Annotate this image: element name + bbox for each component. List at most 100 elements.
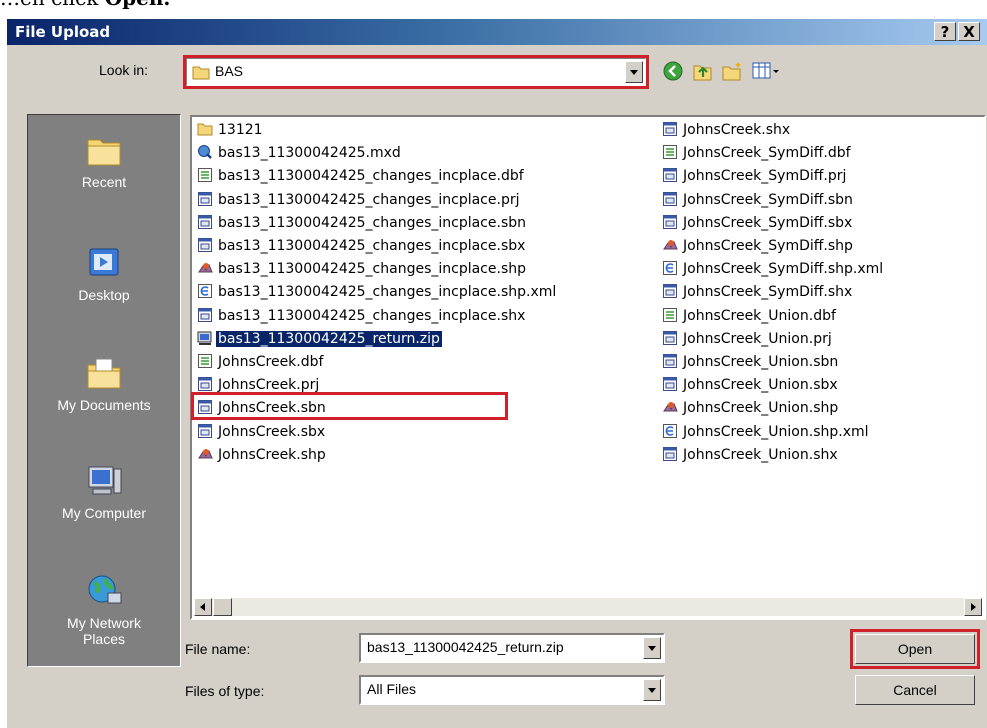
file-item[interactable]: JohnsCreek_Union.dbf	[662, 306, 838, 327]
file-item[interactable]: JohnsCreek_Union.sbn	[662, 352, 840, 373]
cancel-button[interactable]: Cancel	[855, 675, 975, 705]
file-item[interactable]: JohnsCreek.prj	[197, 375, 321, 396]
file-item[interactable]: JohnsCreek.sbx	[197, 422, 327, 443]
file-name: bas13_11300042425_return.zip	[216, 330, 442, 347]
file-item[interactable]: bas13_11300042425.mxd	[197, 143, 403, 164]
file-icon	[198, 377, 212, 392]
file-item[interactable]: JohnsCreek.shx	[662, 120, 792, 141]
file-icon	[198, 191, 212, 206]
place-label: My Network Places	[67, 615, 141, 647]
file-item[interactable]: JohnsCreek.shp	[197, 445, 328, 466]
file-icon	[198, 307, 212, 322]
file-item[interactable]: JohnsCreek_SymDiff.sbx	[662, 213, 854, 234]
files-of-type-dropdown[interactable]: All Files	[359, 675, 665, 705]
file-item[interactable]: JohnsCreek_Union.prj	[662, 329, 834, 350]
caption-text: …en click	[0, 0, 105, 10]
files-of-type-dropdown-arrow[interactable]	[643, 679, 661, 701]
title-bar[interactable]: File Upload ? X	[7, 19, 987, 45]
file-item[interactable]: JohnsCreek_SymDiff.shx	[662, 282, 854, 303]
file-item[interactable]: bas13_11300042425_changes_incplace.shx	[197, 306, 527, 327]
file-list[interactable]: 13121 bas13_11300042425.mxd bas13_11300042…	[190, 115, 986, 620]
file-name: JohnsCreek_Union.dbf	[683, 307, 836, 324]
my-documents-icon	[87, 358, 121, 389]
look-in-dropdown-arrow[interactable]	[625, 61, 643, 83]
file-item[interactable]: bas13_11300042425_changes_incplace.shp.x…	[197, 282, 558, 303]
folder-icon	[197, 123, 213, 136]
file-name: bas13_11300042425_changes_incplace.shp.x…	[218, 284, 557, 301]
scroll-right-button[interactable]	[964, 598, 982, 616]
file-name: JohnsCreek.dbf	[218, 354, 324, 370]
zip-file-icon	[197, 331, 212, 345]
file-item[interactable]: 13121	[197, 120, 265, 141]
xml-file-icon	[663, 261, 677, 276]
look-in-value: BAS	[215, 63, 244, 79]
file-item[interactable]: JohnsCreek_SymDiff.prj	[662, 166, 848, 187]
file-name: bas13_11300042425_changes_incplace.sbn	[218, 214, 526, 231]
help-button[interactable]: ?	[934, 22, 956, 41]
shapefile-icon	[198, 448, 213, 459]
file-icon	[663, 214, 677, 229]
file-item[interactable]: JohnsCreek_SymDiff.shp.xml	[662, 259, 885, 280]
back-icon[interactable]	[662, 60, 684, 82]
file-name-input[interactable]: bas13_11300042425_return.zip	[359, 633, 665, 663]
new-folder-icon[interactable]	[721, 60, 743, 82]
scroll-thumb[interactable]	[213, 598, 232, 616]
file-item[interactable]: bas13_11300042425_changes_incplace.prj	[197, 190, 521, 211]
up-folder-icon[interactable]	[691, 60, 713, 82]
file-item[interactable]: JohnsCreek_SymDiff.dbf	[662, 143, 853, 164]
file-item[interactable]: bas13_11300042425_changes_incplace.sbn	[197, 213, 528, 234]
view-menu-icon[interactable]	[751, 60, 781, 82]
files-of-type-label: Files of type:	[185, 683, 265, 699]
place-my-computer[interactable]: My Computer	[28, 463, 180, 521]
my-computer-icon	[88, 466, 122, 495]
dbf-file-icon	[198, 354, 212, 368]
place-desktop[interactable]: Desktop	[28, 245, 180, 303]
look-in-label: Look in:	[99, 62, 149, 78]
file-name: bas13_11300042425_changes_incplace.dbf	[218, 168, 524, 185]
file-item[interactable]: bas13_11300042425_return.zip	[197, 329, 442, 350]
file-item[interactable]: bas13_11300042425_changes_incplace.shp	[197, 259, 528, 280]
file-item[interactable]: JohnsCreek_Union.shp.xml	[662, 422, 871, 443]
dbf-file-icon	[663, 307, 677, 322]
file-name: bas13_11300042425_changes_incplace.shx	[218, 307, 526, 324]
file-name: JohnsCreek.shx	[683, 122, 791, 138]
place-my-network-places[interactable]: My Network Places	[28, 573, 180, 647]
file-name: bas13_11300042425_changes_incplace.shp	[218, 261, 526, 278]
look-in-dropdown[interactable]: BAS	[185, 57, 647, 87]
file-name: JohnsCreek_SymDiff.shp.xml	[683, 261, 884, 278]
file-item[interactable]: JohnsCreek_Union.shp	[662, 398, 840, 419]
place-my-documents[interactable]: My Documents	[28, 355, 180, 413]
place-label: My Documents	[57, 397, 151, 413]
file-item[interactable]: JohnsCreek_Union.sbx	[662, 375, 840, 396]
file-item[interactable]: JohnsCreek.sbn	[197, 398, 328, 419]
file-name: JohnsCreek_SymDiff.shx	[683, 284, 853, 301]
file-name: JohnsCreek_SymDiff.sbn	[683, 191, 853, 208]
arrow-right-icon	[971, 603, 976, 611]
file-item[interactable]: JohnsCreek.dbf	[197, 352, 325, 373]
files-of-type-value: All Files	[367, 681, 417, 697]
file-icon	[198, 400, 212, 415]
shapefile-icon	[198, 263, 213, 273]
file-icon	[198, 423, 212, 438]
file-icon	[663, 377, 677, 392]
file-item[interactable]: JohnsCreek_SymDiff.shp	[662, 236, 855, 257]
file-icon	[663, 354, 677, 368]
horizontal-scrollbar[interactable]	[194, 598, 982, 616]
recent-folder-icon	[87, 139, 121, 166]
file-name: JohnsCreek_Union.shp	[683, 400, 839, 417]
scroll-left-button[interactable]	[194, 598, 212, 616]
instruction-caption: …en click Open.	[0, 0, 170, 10]
place-label: Desktop	[78, 287, 130, 303]
place-recent[interactable]: Recent	[28, 132, 180, 190]
open-button[interactable]: Open	[855, 634, 975, 664]
file-item[interactable]: JohnsCreek_SymDiff.sbn	[662, 190, 855, 211]
file-item[interactable]: JohnsCreek_Union.shx	[662, 445, 840, 466]
desktop-icon	[89, 248, 119, 276]
file-item[interactable]: bas13_11300042425_changes_incplace.sbx	[197, 236, 527, 257]
file-name-dropdown-arrow[interactable]	[643, 637, 661, 659]
file-name: JohnsCreek_Union.sbx	[683, 377, 838, 394]
file-name: bas13_11300042425_changes_incplace.sbx	[218, 238, 526, 254]
dbf-file-icon	[198, 168, 212, 183]
close-button[interactable]: X	[958, 22, 980, 41]
file-item[interactable]: bas13_11300042425_changes_incplace.dbf	[197, 166, 526, 187]
